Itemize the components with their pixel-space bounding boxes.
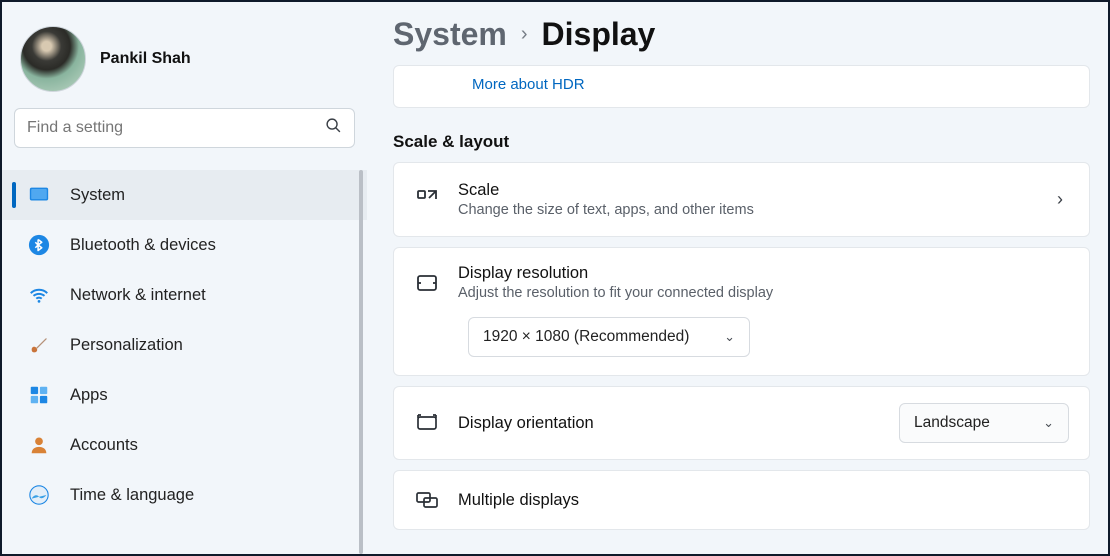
hdr-card: More about HDR <box>393 65 1090 108</box>
bluetooth-icon <box>28 234 50 256</box>
scale-icon <box>414 187 440 213</box>
sidebar-item-label: Accounts <box>70 436 138 455</box>
sidebar: Pankil Shah System Bluetooth & devices <box>2 2 367 554</box>
sidebar-item-time[interactable]: Time & language <box>2 470 367 520</box>
sidebar-item-system[interactable]: System <box>2 170 367 220</box>
resolution-value: 1920 × 1080 (Recommended) <box>483 328 689 346</box>
sidebar-item-apps[interactable]: Apps <box>2 370 367 420</box>
orientation-card: Display orientation Landscape ⌄ <box>393 386 1090 460</box>
orientation-select[interactable]: Landscape ⌄ <box>899 403 1069 443</box>
sidebar-item-accounts[interactable]: Accounts <box>2 420 367 470</box>
chevron-right-icon: › <box>1057 189 1069 210</box>
wifi-icon <box>28 284 50 306</box>
chevron-down-icon: ⌄ <box>724 329 735 345</box>
breadcrumb: System › Display <box>393 16 1090 53</box>
orientation-title: Display orientation <box>458 414 881 433</box>
search-icon <box>325 117 342 139</box>
sidebar-item-label: Time & language <box>70 486 194 505</box>
globe-icon <box>28 484 50 506</box>
breadcrumb-parent[interactable]: System <box>393 16 507 53</box>
sidebar-item-label: Personalization <box>70 336 183 355</box>
sidebar-item-network[interactable]: Network & internet <box>2 270 367 320</box>
scale-card[interactable]: Scale Change the size of text, apps, and… <box>393 162 1090 237</box>
search-container <box>2 108 367 164</box>
avatar <box>20 26 86 92</box>
chevron-down-icon: ⌄ <box>1043 415 1054 431</box>
scale-desc: Change the size of text, apps, and other… <box>458 202 1039 218</box>
section-title-scale: Scale & layout <box>393 132 1090 152</box>
multiple-displays-icon <box>414 487 440 513</box>
orientation-icon <box>414 410 440 436</box>
sidebar-item-label: Apps <box>70 386 108 405</box>
resolution-title: Display resolution <box>458 264 1069 283</box>
resolution-icon <box>414 270 440 296</box>
sidebar-item-label: System <box>70 186 125 205</box>
user-profile[interactable]: Pankil Shah <box>2 16 367 108</box>
sidebar-item-personalization[interactable]: Personalization <box>2 320 367 370</box>
apps-icon <box>28 384 50 406</box>
sidebar-item-bluetooth[interactable]: Bluetooth & devices <box>2 220 367 270</box>
user-name: Pankil Shah <box>100 50 191 68</box>
multiple-displays-title: Multiple displays <box>458 491 1069 510</box>
search-input[interactable] <box>27 119 325 137</box>
search-box[interactable] <box>14 108 355 148</box>
resolution-card: Display resolution Adjust the resolution… <box>393 247 1090 376</box>
resolution-desc: Adjust the resolution to fit your connec… <box>458 285 1069 301</box>
chevron-right-icon: › <box>521 23 528 46</box>
hdr-link[interactable]: More about HDR <box>472 72 1089 93</box>
main-pane: System › Display More about HDR Scale & … <box>367 2 1108 554</box>
nav-scrollbar[interactable] <box>359 170 363 554</box>
resolution-select[interactable]: 1920 × 1080 (Recommended) ⌄ <box>468 317 750 357</box>
person-icon <box>28 434 50 456</box>
sidebar-item-label: Network & internet <box>70 286 206 305</box>
breadcrumb-current: Display <box>542 16 656 53</box>
orientation-value: Landscape <box>914 414 990 432</box>
multiple-displays-card[interactable]: Multiple displays <box>393 470 1090 530</box>
monitor-icon <box>28 184 50 206</box>
scale-title: Scale <box>458 181 1039 200</box>
sidebar-item-label: Bluetooth & devices <box>70 236 216 255</box>
nav-list: System Bluetooth & devices Network & int… <box>2 170 367 554</box>
brush-icon <box>28 334 50 356</box>
